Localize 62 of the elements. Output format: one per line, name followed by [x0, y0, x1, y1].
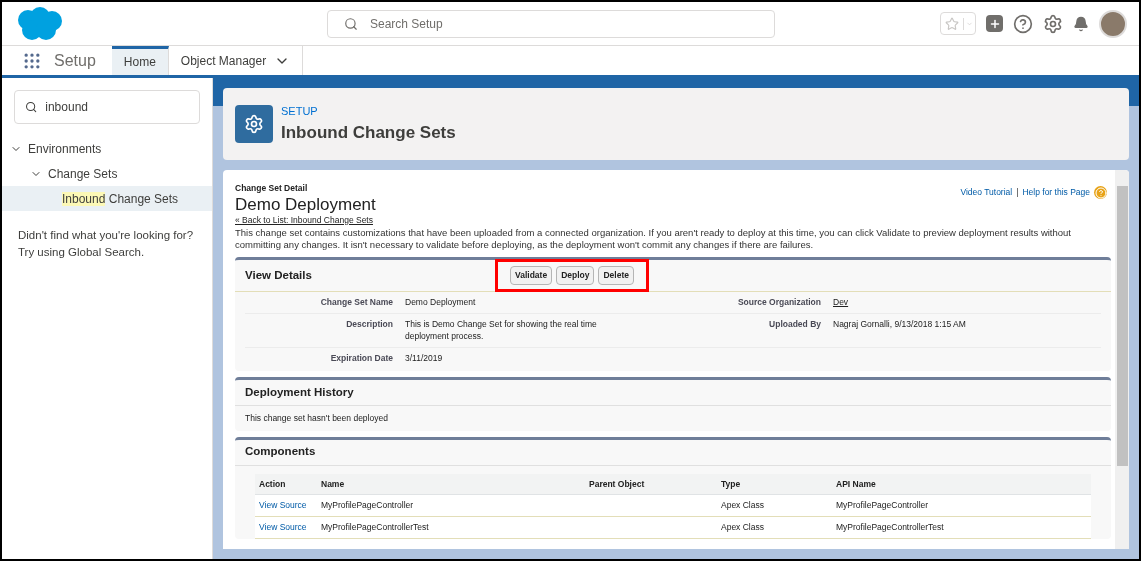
section-title: View Details [245, 267, 313, 283]
sidebar-search-input[interactable]: inbound [45, 98, 189, 116]
settings-icon[interactable] [1043, 13, 1063, 34]
table-cell: Apex Class [717, 517, 832, 539]
search-icon [25, 100, 38, 114]
video-tutorial-link[interactable]: Video Tutorial [960, 186, 1013, 199]
hint-text: Try using Global Search. [18, 245, 146, 260]
search-field[interactable]: Search Setup [327, 9, 775, 38]
field-label: Source Organization [736, 295, 822, 309]
table-cell: Apex Class [717, 495, 832, 517]
sidebar-search-field[interactable]: inbound [14, 90, 200, 124]
field-label: Uploaded By [768, 317, 822, 331]
table-cell: MyProfilePageControllerTest [832, 517, 1091, 539]
view-source-link[interactable]: View Source [255, 517, 317, 539]
link-separator: | [1016, 186, 1019, 199]
help-link[interactable]: Help for this Page [1022, 186, 1090, 199]
search-input[interactable]: Search Setup [370, 14, 758, 33]
history-message: This change set hasn't been deployed [244, 411, 389, 425]
action-button[interactable]: Deploy [556, 265, 595, 285]
column-header: Parent Object [585, 473, 717, 496]
view-source-link[interactable]: View Source [255, 495, 317, 517]
column-header: API Name [832, 473, 1091, 496]
field-link[interactable]: Dev [833, 295, 1063, 309]
action-button[interactable]: Validate [510, 265, 553, 285]
field-value: Demo Deployment [405, 295, 477, 309]
section-title: Components [235, 439, 1111, 466]
field-value: Nagraj Gornalli, 9/13/2018 1:15 AM [833, 317, 967, 331]
star-icon [945, 16, 959, 31]
help-icon[interactable] [1013, 13, 1033, 34]
nav-tab[interactable]: Object Manager [168, 46, 304, 75]
tree-item[interactable]: Environments [2, 136, 212, 161]
field-label: Description [345, 317, 394, 331]
column-header: Name [317, 473, 585, 496]
field-label: Change Set Name [319, 295, 394, 309]
table-cell: MyProfilePageController [317, 495, 585, 517]
page-title: Inbound Change Sets [281, 121, 456, 144]
field-value: This is Demo Change Set for showing the real time deployment process. [405, 317, 598, 343]
table-cell: MyProfilePageControllerTest [317, 517, 585, 539]
nav-tab[interactable]: Home [111, 46, 169, 75]
column-header: Action [255, 473, 317, 496]
tree-item[interactable]: Inbound Change Sets [2, 186, 212, 211]
table-cell: MyProfilePageController [832, 495, 1091, 517]
avatar-icon[interactable] [1099, 9, 1127, 38]
hint-text: Didn't find what you're looking for? [18, 228, 195, 243]
field-value: 3/11/2019 [405, 352, 444, 365]
bell-icon[interactable] [1073, 15, 1089, 32]
search-icon [344, 16, 358, 31]
app-name: Setup [54, 50, 96, 71]
detail-title: Demo Deployment [235, 194, 376, 215]
caret-icon [963, 17, 975, 30]
gear-icon [235, 105, 273, 143]
action-button[interactable]: Delete [598, 265, 634, 285]
column-header: Type [717, 473, 832, 496]
add-icon[interactable] [986, 15, 1003, 32]
section-title: Deployment History [235, 379, 1111, 406]
field-label: Expiration Date [329, 352, 394, 365]
scrollbar[interactable] [1115, 170, 1129, 549]
tree-item[interactable]: Change Sets [2, 161, 212, 186]
intro-text: This change set contains customizations that have been uploaded from a connected organization. If you aren't ready to deploy at this time, you can click Validate to preview deployment results without committing any changes. It isn't necessary to validate before deploying, as the deployment won't commit any changes if there are failures. [235, 226, 1072, 251]
detail-eyebrow: Change Set Detail [235, 182, 309, 195]
back-link[interactable]: « Back to List: Inbound Change Sets [235, 214, 376, 225]
page-eyebrow: SETUP [281, 104, 319, 119]
